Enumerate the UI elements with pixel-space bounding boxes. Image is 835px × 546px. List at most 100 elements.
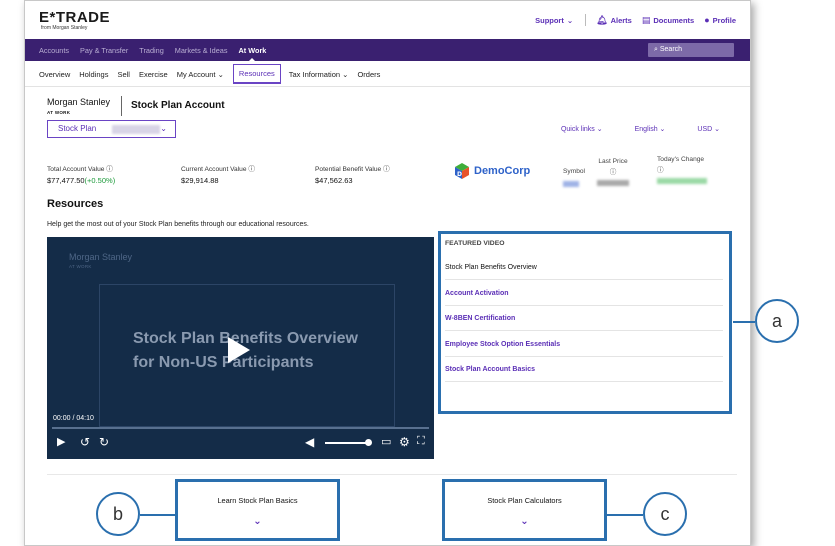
alerts-link[interactable]: 🔔︎ Alerts xyxy=(596,15,632,26)
nav-at-work[interactable]: At Work xyxy=(239,46,266,63)
tab-my-account[interactable]: My Account ⌄ xyxy=(177,70,224,79)
current-value: $29,914.88 xyxy=(181,176,219,185)
currency-label: USD xyxy=(697,126,713,133)
info-icon[interactable]: ⓘ xyxy=(597,166,629,176)
profile-label: Profile xyxy=(712,15,736,25)
stock-plan-select[interactable]: Stock Plan ⌄ xyxy=(47,120,176,138)
gear-icon[interactable]: ⚙ xyxy=(399,435,410,449)
play-control-icon[interactable]: ▶ xyxy=(57,435,65,448)
search-icon: ⌕ xyxy=(654,46,658,53)
total-account-value: Total Account Value ⓘ $77,477.50(+0.50%) xyxy=(47,163,181,185)
tab-holdings[interactable]: Holdings xyxy=(79,70,108,79)
tab-sell[interactable]: Sell xyxy=(117,70,130,79)
tab-overview[interactable]: Overview xyxy=(39,70,70,79)
support-label: Support xyxy=(535,15,564,25)
rewind-icon[interactable]: ↺ xyxy=(80,435,90,449)
total-change: (+0.50%) xyxy=(84,176,116,185)
fullscreen-icon[interactable]: ⛶ xyxy=(417,435,425,448)
callout-b-line xyxy=(140,514,176,516)
info-icon[interactable]: ⓘ xyxy=(248,166,255,173)
calculators-label: Stock Plan Calculators xyxy=(487,496,562,505)
callout-b: b xyxy=(96,492,140,536)
featured-item-account-basics[interactable]: Stock Plan Account Basics xyxy=(445,366,723,382)
total-label: Total Account Value xyxy=(47,166,105,173)
header-links: Support ⌄ 🔔︎ Alerts ▤ Documents ● Profil… xyxy=(525,14,736,26)
todays-change-column: Today's Change ⓘ xyxy=(657,156,707,186)
profile-link[interactable]: ● Profile xyxy=(704,15,736,25)
change-value-row xyxy=(657,178,707,186)
tab-orders[interactable]: Orders xyxy=(357,70,380,79)
video-ms-name: Morgan Stanley xyxy=(69,252,133,262)
nav-markets-ideas[interactable]: Markets & Ideas xyxy=(175,46,228,55)
nav-pay-transfer[interactable]: Pay & Transfer xyxy=(80,46,128,55)
learn-basics-label: Learn Stock Plan Basics xyxy=(217,496,298,505)
video-controls: ▶ ↺ ↻ ◀ ▭ ⚙ ⛶ xyxy=(47,435,434,455)
volume-slider[interactable] xyxy=(325,442,367,444)
morgan-stanley-logo: Morgan Stanley AT WORK xyxy=(47,98,110,117)
current-account-value: Current Account Value ⓘ $29,914.88 xyxy=(181,163,315,185)
volume-icon[interactable]: ◀ xyxy=(305,435,314,449)
tab-tax-information[interactable]: Tax Information ⌄ xyxy=(289,70,349,79)
tab-resources[interactable]: Resources xyxy=(232,64,281,84)
callout-a: a xyxy=(755,299,799,343)
video-player[interactable]: Morgan Stanley AT WORK Stock Plan Benefi… xyxy=(47,237,434,459)
nav-trading[interactable]: Trading xyxy=(139,46,163,55)
callout-a-line xyxy=(733,321,755,323)
redacted-symbol xyxy=(563,181,579,187)
total-label-row: Total Account Value ⓘ xyxy=(47,163,181,173)
last-price-column: Last Price ⓘ xyxy=(597,158,629,188)
featured-item-account-activation[interactable]: Account Activation xyxy=(445,290,723,306)
video-progress-bar[interactable] xyxy=(52,427,429,429)
current-label: Current Account Value xyxy=(181,166,247,173)
volume-handle[interactable] xyxy=(365,439,372,446)
symbol-label: Symbol xyxy=(563,168,585,175)
tab-exercise[interactable]: Exercise xyxy=(139,70,168,79)
chevron-down-icon: ⌄ xyxy=(217,69,224,79)
featured-heading: FEATURED VIDEO xyxy=(445,240,505,247)
ms-name: Morgan Stanley xyxy=(47,97,111,107)
tab-my-account-label: My Account xyxy=(176,69,216,79)
support-menu[interactable]: Support ⌄ xyxy=(535,16,573,25)
info-icon[interactable]: ⓘ xyxy=(657,164,707,174)
featured-item-w8ben[interactable]: W-8BEN Certification xyxy=(445,315,723,331)
price-value-row xyxy=(597,180,629,188)
callout-c: c xyxy=(643,492,687,536)
document-icon: ▤ xyxy=(641,14,651,25)
tab-tax-label: Tax Information xyxy=(288,69,341,79)
chevron-down-icon: ⌄ xyxy=(520,516,529,527)
ms-sub: AT WORK xyxy=(47,110,71,115)
search-input[interactable]: ⌕ Search xyxy=(648,43,734,57)
top-header: E*TRADE from Morgan Stanley Support ⌄ 🔔︎… xyxy=(25,1,750,39)
search-placeholder: Search xyxy=(659,46,683,53)
potential-benefit-value: Potential Benefit Value ⓘ $47,562.63 xyxy=(315,163,449,185)
callout-c-line xyxy=(607,514,643,516)
language-label: English xyxy=(634,126,658,133)
captions-icon[interactable]: ▭ xyxy=(381,435,391,448)
documents-link[interactable]: ▤ Documents xyxy=(642,15,694,26)
symbol-value-row xyxy=(563,181,585,189)
featured-item-benefits-overview[interactable]: Stock Plan Benefits Overview xyxy=(445,264,723,280)
redacted-price xyxy=(597,180,629,186)
header-divider xyxy=(585,14,587,26)
play-icon[interactable] xyxy=(228,337,250,363)
calculators-panel[interactable]: Stock Plan Calculators ⌄ xyxy=(442,479,607,541)
account-values: Total Account Value ⓘ $77,477.50(+0.50%)… xyxy=(47,163,449,185)
info-icon[interactable]: ⓘ xyxy=(106,166,113,173)
currency-menu[interactable]: USD ⌄ xyxy=(681,125,720,133)
info-icon[interactable]: ⓘ xyxy=(383,166,390,173)
sub-nav: Overview Holdings Sell Exercise My Accou… xyxy=(25,61,750,87)
chevron-down-icon: ⌄ xyxy=(160,124,167,133)
language-menu[interactable]: English ⌄ xyxy=(619,125,666,133)
video-ms-logo: Morgan Stanley AT WORK xyxy=(69,253,132,271)
forward-icon[interactable]: ↻ xyxy=(99,435,109,449)
nav-accounts[interactable]: Accounts xyxy=(39,46,69,55)
democorp-logo-icon: D xyxy=(453,162,471,180)
learn-basics-panel[interactable]: Learn Stock Plan Basics ⌄ xyxy=(175,479,340,541)
potential-value: $47,562.63 xyxy=(315,176,353,185)
resources-title: Resources xyxy=(47,198,104,210)
etrade-logo[interactable]: E*TRADE from Morgan Stanley xyxy=(39,9,110,31)
quick-links-menu[interactable]: Quick links ⌄ xyxy=(545,125,603,133)
featured-item-option-essentials[interactable]: Employee Stock Option Essentials xyxy=(445,341,723,357)
bell-icon: 🔔︎ xyxy=(596,14,608,25)
change-label: Today's Change xyxy=(657,156,705,163)
